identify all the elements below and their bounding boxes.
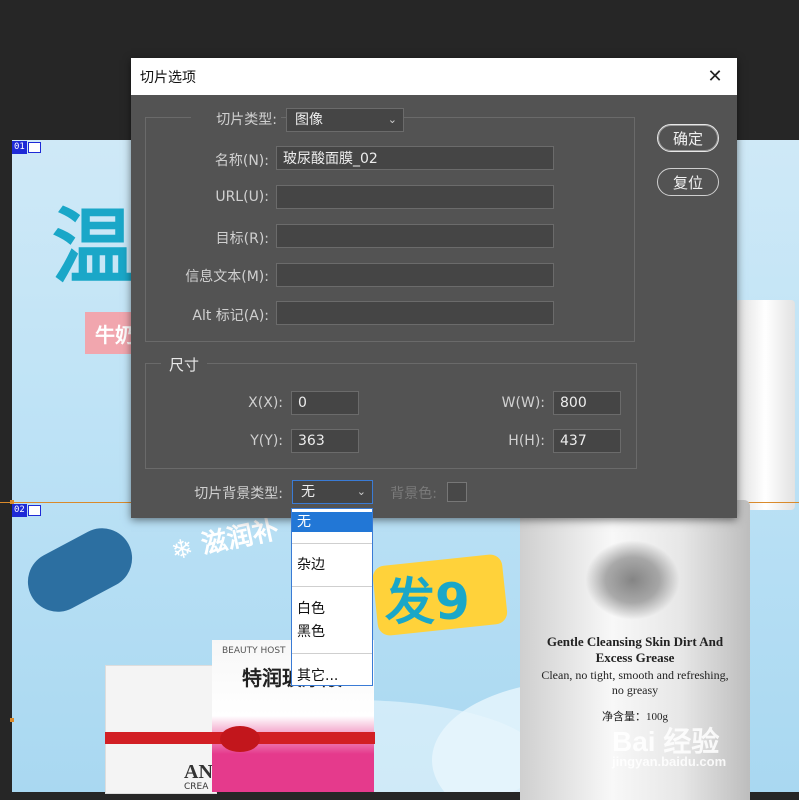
tube-subtitle: Clean, no tight, smooth and refreshing, … [541,668,729,697]
canvas-promo: 发9 [385,573,470,631]
slice-type-value: 图像 [295,112,323,128]
slice-number: 01 [12,141,27,154]
slice-tag-02[interactable]: 02 [12,504,41,517]
dialog-titlebar[interactable]: 切片选项 ✕ [131,58,737,95]
slice-options-dialog: 切片选项 ✕ 切片类型: 图像 ⌄ 名称(N): URL(U): 目标(R): … [131,58,737,518]
name-label: 名称(N): [214,153,269,169]
x-label: X(X): [248,395,283,411]
bg-type-value: 无 [301,484,315,500]
reset-button[interactable]: 复位 [657,168,719,196]
bg-color-label: 背景色: [390,486,437,502]
watermark-url: jingyan.baidu.com [612,754,727,769]
tube-title: Gentle Cleansing Skin Dirt And Excess Gr… [546,634,724,665]
bg-type-dropdown-list: 无 杂边 白色 黑色 其它... [291,508,373,686]
image-slice-icon [27,142,41,153]
dropdown-option-black[interactable]: 黑色 [292,622,372,642]
info-text-field[interactable] [276,263,554,287]
dropdown-option-other[interactable]: 其它... [292,666,372,686]
dialog-title: 切片选项 [140,70,196,86]
w-label: W(W): [501,395,545,411]
canvas-headline: 温 [52,200,135,295]
bg-type-label: 切片背景类型: [194,486,283,502]
close-icon[interactable]: ✕ [703,64,727,88]
dropdown-separator [292,586,372,587]
white-pack-image: AN CREA [105,665,217,794]
slice-handle[interactable] [10,718,14,722]
white-pack-sub: CREA [184,782,209,792]
url-label: URL(U): [215,189,269,205]
dropdown-separator [292,543,372,544]
bg-color-swatch[interactable] [447,482,467,502]
dropdown-separator [292,653,372,654]
y-label: Y(Y): [250,433,283,449]
ok-button[interactable]: 确定 [657,124,719,152]
pack-brand: BEAUTY HOST [222,646,286,656]
slice-handle[interactable] [10,500,14,504]
alt-tag-label: Alt 标记(A): [192,308,269,324]
target-field[interactable] [276,224,554,248]
tube-cap-image [735,300,795,510]
slice-type-label: 切片类型: [191,109,281,129]
chevron-down-icon: ⌄ [356,485,366,498]
bg-type-select[interactable]: 无 ⌄ [292,480,373,504]
y-field[interactable] [291,429,359,453]
size-group [145,363,637,469]
dropdown-option-white[interactable]: 白色 [292,599,372,619]
slice-number: 02 [12,504,27,517]
url-field[interactable] [276,185,554,209]
x-field[interactable] [291,391,359,415]
name-field[interactable] [276,146,554,170]
h-label: H(H): [508,433,545,449]
alt-tag-field[interactable] [276,301,554,325]
cow-icon [585,540,680,620]
chevron-down-icon: ⌄ [387,113,397,126]
image-slice-icon [27,505,41,516]
slice-type-select[interactable]: 图像 ⌄ [286,108,404,132]
white-pack-text: AN [184,761,213,783]
size-group-title: 尺寸 [161,354,208,375]
dropdown-option-matte[interactable]: 杂边 [292,555,372,575]
dropdown-option-none[interactable]: 无 [292,512,372,532]
info-text-label: 信息文本(M): [185,269,269,285]
slice-tag-01[interactable]: 01 [12,141,41,154]
h-field[interactable] [553,429,621,453]
target-label: 目标(R): [215,231,269,247]
w-field[interactable] [553,391,621,415]
